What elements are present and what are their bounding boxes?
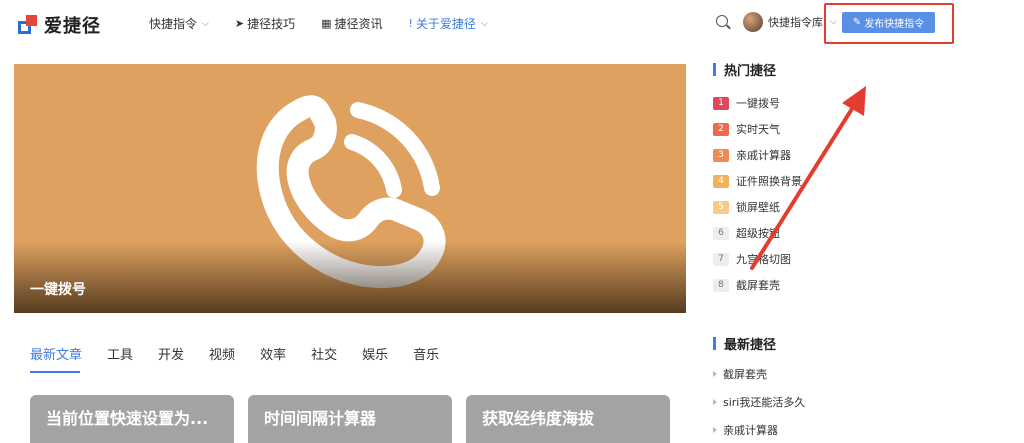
rank-badge: 7 xyxy=(713,252,729,266)
hot-shortcut-item[interactable]: 8 截屏套壳 xyxy=(713,272,802,298)
nav-item-news[interactable]: ▦ 捷径资讯 xyxy=(321,15,382,32)
main-nav: 快捷指令 ⌵ ➤ 捷径技巧 ▦ 捷径资讯 ! 关于爱捷径 ⌵ xyxy=(146,15,488,32)
rank-badge: 3 xyxy=(713,148,729,162)
new-shortcut-label: siri我还能活多久 xyxy=(723,396,806,409)
section-bar xyxy=(713,63,716,76)
section-bar xyxy=(713,337,716,350)
chevron-down-icon: ⌵ xyxy=(480,18,488,29)
hot-shortcut-label: 九宫格切图 xyxy=(736,253,791,266)
site-logo[interactable]: 爱捷径 xyxy=(18,12,101,38)
tab-latest[interactable]: 最新文章 xyxy=(30,344,82,373)
rank-badge: 5 xyxy=(713,200,729,214)
user-name: 快捷指令库 xyxy=(768,16,823,29)
exclamation-icon: ! xyxy=(408,17,413,30)
user-menu[interactable]: 快捷指令库 ⌵ xyxy=(743,12,837,32)
search-icon[interactable] xyxy=(716,15,728,27)
new-shortcut-label: 亲戚计算器 xyxy=(723,424,778,437)
tab-social[interactable]: 社交 xyxy=(311,344,337,363)
article-card[interactable]: 当前位置快速设置为... xyxy=(30,395,234,443)
top-header: 爱捷径 快捷指令 ⌵ ➤ 捷径技巧 ▦ 捷径资讯 ! 关于爱捷径 ⌵ 快捷指令库… xyxy=(0,0,1024,46)
hot-shortcut-item[interactable]: 4 证件照换背景 xyxy=(713,168,802,194)
nav-label: 快捷指令 xyxy=(149,17,198,31)
hot-shortcut-item[interactable]: 2 实时天气 xyxy=(713,116,802,142)
avatar xyxy=(743,12,763,32)
hot-shortcut-label: 超级按钮 xyxy=(736,227,780,240)
rank-badge: 8 xyxy=(713,278,729,292)
nav-item-about[interactable]: ! 关于爱捷径 ⌵ xyxy=(409,15,488,32)
rocket-icon: ➤ xyxy=(234,17,245,30)
hot-shortcut-item[interactable]: 6 超级按钮 xyxy=(713,220,802,246)
rank-badge: 6 xyxy=(713,226,729,240)
hot-shortcut-item[interactable]: 7 九宫格切图 xyxy=(713,246,802,272)
new-shortcut-label: 截屏套壳 xyxy=(723,368,767,381)
nav-label: 关于爱捷径 xyxy=(415,17,476,31)
section-title: 最新捷径 xyxy=(724,338,777,353)
hot-shortcut-label: 亲戚计算器 xyxy=(736,149,791,162)
caret-right-icon xyxy=(713,371,717,377)
rank-badge: 4 xyxy=(713,174,729,188)
tab-video[interactable]: 视频 xyxy=(209,344,235,363)
hero-shade xyxy=(14,241,686,313)
rank-badge: 2 xyxy=(713,122,729,136)
hot-shortcut-item[interactable]: 5 锁屏壁纸 xyxy=(713,194,802,220)
chevron-down-icon: ⌵ xyxy=(202,18,209,29)
category-tabs: 最新文章 工具 开发 视频 效率 社交 娱乐 音乐 xyxy=(30,344,439,373)
hero-title: 一键拨号 xyxy=(30,282,86,298)
caret-right-icon xyxy=(713,399,717,405)
section-title: 热门捷径 xyxy=(724,64,777,79)
tab-music[interactable]: 音乐 xyxy=(413,344,439,363)
nav-item-shortcuts[interactable]: 快捷指令 ⌵ xyxy=(146,15,209,32)
nav-item-tips[interactable]: ➤ 捷径技巧 xyxy=(235,15,295,32)
nav-label: 捷径技巧 xyxy=(247,17,296,31)
hot-shortcut-item[interactable]: 1 一键拨号 xyxy=(713,90,802,116)
new-shortcut-item[interactable]: 亲戚计算器 xyxy=(713,416,805,443)
hero-banner[interactable]: 一键拨号 xyxy=(14,64,686,313)
logo-icon xyxy=(18,15,38,35)
new-shortcut-item[interactable]: siri我还能活多久 xyxy=(713,388,805,416)
hot-shortcut-item[interactable]: 3 亲戚计算器 xyxy=(713,142,802,168)
hot-shortcut-label: 证件照换背景 xyxy=(736,175,802,188)
new-shortcuts-list: 截屏套壳 siri我还能活多久 亲戚计算器 xyxy=(713,360,805,443)
nav-label: 捷径资讯 xyxy=(334,17,383,31)
article-card[interactable]: 获取经纬度海拔 xyxy=(466,395,670,443)
new-shortcut-item[interactable]: 截屏套壳 xyxy=(713,360,805,388)
tab-dev[interactable]: 开发 xyxy=(158,344,184,363)
grid-icon: ▦ xyxy=(321,17,332,30)
hot-shortcut-label: 实时天气 xyxy=(736,123,780,136)
tab-entertainment[interactable]: 娱乐 xyxy=(362,344,388,363)
hot-shortcut-label: 截屏套壳 xyxy=(736,279,780,292)
annotation-highlight-box xyxy=(824,3,954,44)
article-card[interactable]: 时间间隔计算器 xyxy=(248,395,452,443)
tab-tools[interactable]: 工具 xyxy=(107,344,133,363)
rank-badge: 1 xyxy=(713,96,729,110)
hot-shortcut-label: 锁屏壁纸 xyxy=(736,201,780,214)
caret-right-icon xyxy=(713,427,717,433)
hot-shortcuts-heading: 热门捷径 xyxy=(713,60,776,79)
logo-text: 爱捷径 xyxy=(44,16,101,37)
hot-shortcut-label: 一键拨号 xyxy=(736,97,780,110)
new-shortcuts-heading: 最新捷径 xyxy=(713,334,776,353)
tab-efficiency[interactable]: 效率 xyxy=(260,344,286,363)
hot-shortcuts-list: 1 一键拨号 2 实时天气 3 亲戚计算器 4 证件照换背景 5 锁屏壁纸 6 超级按钮 7 九宫格切图 8… xyxy=(713,90,802,298)
